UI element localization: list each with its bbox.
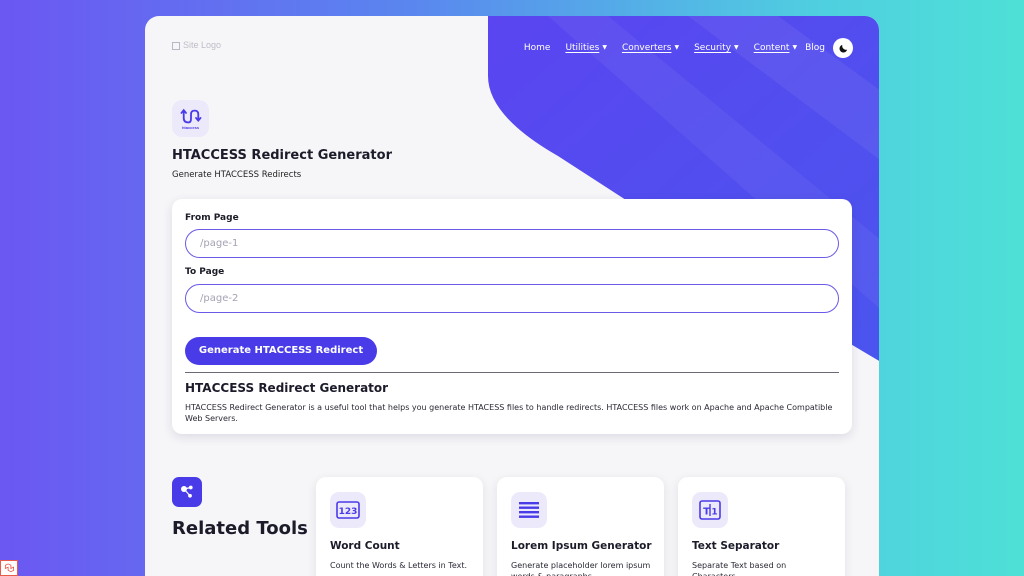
related-tool-desc: Count the Words & Letters in Text.	[330, 561, 468, 570]
caret-down-icon: ▼	[602, 44, 607, 51]
from-page-input[interactable]: /page-1	[185, 229, 839, 258]
related-tool-desc: Separate Text based on Characters.	[692, 561, 787, 576]
svg-text:1: 1	[711, 508, 717, 518]
to-page-input[interactable]: /page-2	[185, 284, 839, 313]
svg-text:T: T	[703, 507, 710, 518]
page-frame: Site Logo Home Utilities ▼ Converters ▼ Se…	[145, 16, 879, 576]
redirect-arrow-icon	[180, 108, 201, 124]
nav-blog[interactable]: Blog	[805, 43, 825, 53]
nav-utilities[interactable]: Utilities ▼	[565, 43, 607, 53]
related-tool-name: Word Count	[330, 540, 400, 552]
share-nodes-glyph	[181, 485, 193, 498]
related-tool-desc: Generate placeholder lorem ipsum words &…	[511, 561, 651, 576]
main-nav: Home Utilities ▼ Converters ▼ Security ▼ Co…	[509, 38, 853, 58]
moon-icon	[839, 44, 847, 52]
description-text: HTACCESS Redirect Generator is a useful …	[185, 403, 833, 423]
nav-content[interactable]: Content ▼	[754, 43, 797, 53]
nav-security-label: Security	[694, 43, 732, 53]
site-header: Site Logo Home Utilities ▼ Converters ▼ Se…	[145, 16, 879, 80]
page-title: HTACCESS Redirect Generator	[172, 148, 392, 163]
text-lines-icon	[511, 492, 547, 528]
htaccess-icon-caption: htaccess	[181, 125, 200, 130]
caret-down-icon: ▼	[792, 44, 798, 51]
broken-image-icon	[172, 41, 180, 50]
theme-toggle-button[interactable]	[833, 38, 853, 58]
page-subtitle: Generate HTACCESS Redirects	[172, 170, 302, 180]
nav-security[interactable]: Security ▼	[694, 43, 739, 53]
share-nodes-icon	[172, 477, 202, 507]
nav-converters-label: Converters	[621, 43, 672, 53]
generator-form-card: From Page /page-1 To Page /page-2 Genera…	[172, 199, 852, 434]
to-page-label: To Page	[185, 267, 225, 277]
related-tool-name: Lorem Ipsum Generator	[511, 540, 652, 552]
related-tool-card-text-separator[interactable]: T1 Text Separator Separate Text based on…	[678, 477, 845, 576]
caret-down-icon: ▼	[734, 44, 739, 51]
nav-content-label: Content	[753, 43, 790, 53]
related-tool-name: Text Separator	[692, 540, 780, 552]
logo-alt-text: Site Logo	[183, 40, 222, 50]
htaccess-icon: htaccess	[172, 100, 209, 137]
number-123-icon: 123	[330, 492, 366, 528]
caret-down-icon: ▼	[674, 44, 680, 51]
laravel-debug-icon[interactable]	[0, 560, 18, 576]
nav-converters[interactable]: Converters ▼	[622, 43, 679, 53]
related-tool-card-word-count[interactable]: 123 Word Count Count the Words & Letters…	[316, 477, 483, 576]
site-logo[interactable]: Site Logo	[172, 40, 232, 54]
nav-utilities-label: Utilities	[565, 43, 600, 53]
related-tool-card-lorem-ipsum[interactable]: Lorem Ipsum Generator Generate placehold…	[497, 477, 664, 576]
generate-redirect-button[interactable]: Generate HTACCESS Redirect	[185, 337, 377, 365]
svg-text:123: 123	[339, 507, 358, 517]
related-tools-title: Related Tools	[172, 518, 308, 539]
description-title: HTACCESS Redirect Generator	[185, 381, 389, 395]
divider	[185, 372, 839, 373]
text-separator-icon: T1	[692, 492, 728, 528]
from-page-label: From Page	[185, 213, 239, 223]
nav-home[interactable]: Home	[524, 43, 551, 53]
